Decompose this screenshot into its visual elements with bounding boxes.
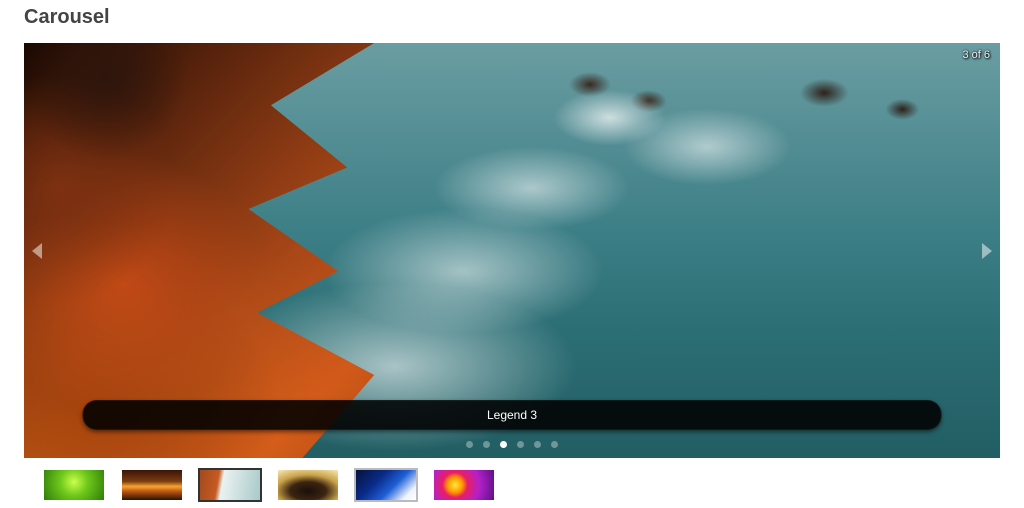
slide-counter: 3 of 6 — [962, 49, 990, 61]
carousel-slide — [24, 43, 1000, 458]
thumbnail-purple-flower[interactable] — [432, 468, 496, 502]
next-arrow-icon[interactable] — [982, 243, 992, 259]
dot-4[interactable] — [517, 441, 524, 448]
dot-3[interactable] — [500, 441, 507, 448]
thumbnail-rocky-coast[interactable] — [198, 468, 262, 502]
dot-2[interactable] — [483, 441, 490, 448]
dot-6[interactable] — [551, 441, 558, 448]
thumbnail-green-grass[interactable] — [42, 468, 106, 502]
carousel: 3 of 6 Legend 3 — [24, 43, 1000, 458]
thumbnail-lone-tree[interactable] — [276, 468, 340, 502]
thumbnail-sunset[interactable] — [120, 468, 184, 502]
thumbnail-blue-sky-beams[interactable] — [354, 468, 418, 502]
slide-caption: Legend 3 — [83, 400, 942, 430]
dot-5[interactable] — [534, 441, 541, 448]
pagination-dots — [466, 441, 558, 448]
prev-arrow-icon[interactable] — [32, 243, 42, 259]
dot-1[interactable] — [466, 441, 473, 448]
thumbnail-strip — [24, 468, 1000, 502]
page-title: Carousel — [24, 6, 1000, 29]
